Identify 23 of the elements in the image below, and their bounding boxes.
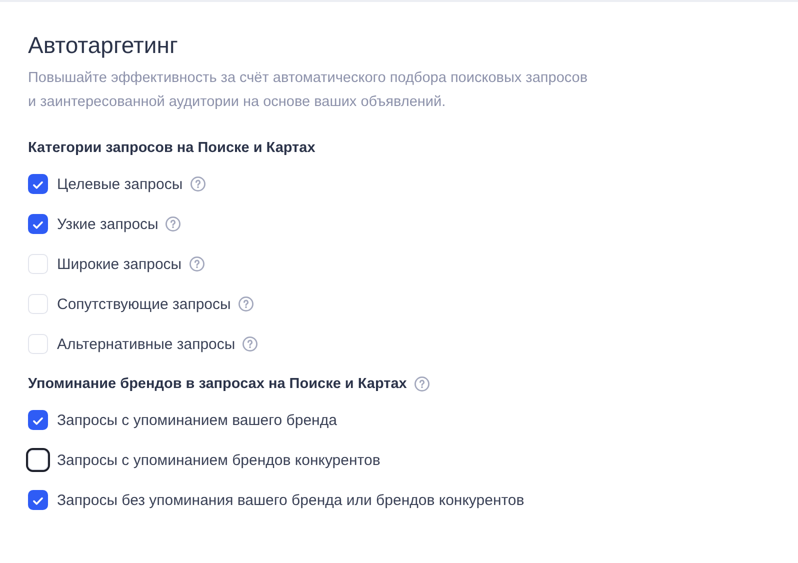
checkbox-label: Запросы без упоминания вашего бренда или брендов конкурентов <box>57 492 524 508</box>
description-text: и заинтересованной аудитории на основе ваших объявлений. <box>28 93 447 112</box>
checkbox-label: Широкие запросы <box>57 256 182 272</box>
checkbox-label: Целевые запросы <box>57 176 183 192</box>
help-icon[interactable] <box>165 216 182 232</box>
description-text: Повышайте эффективность за счёт автоматического подбора поисковых запросов <box>28 69 589 88</box>
group-heading: Упоминание брендов в запросах на Поиске и Картах <box>28 376 407 392</box>
checkbox-label: Сопутствующие запросы <box>57 296 231 312</box>
checkbox[interactable] <box>28 214 48 234</box>
checkbox[interactable] <box>28 490 48 510</box>
checkbox[interactable] <box>28 174 48 194</box>
help-icon[interactable] <box>188 256 205 272</box>
checkbox-label: Альтернативные запросы <box>57 336 236 352</box>
section-title: Автотаргетинг <box>28 31 179 60</box>
checkbox[interactable] <box>28 410 48 430</box>
checkbox-label: Запросы с упоминанием брендов конкурентов <box>57 452 380 468</box>
help-icon[interactable] <box>242 336 258 352</box>
help-icon[interactable] <box>238 296 254 312</box>
checkbox-label: Узкие запросы <box>57 216 158 232</box>
checkbox-label: Запросы с упоминанием вашего бренда <box>57 412 337 428</box>
help-icon[interactable] <box>414 376 430 392</box>
help-icon[interactable] <box>190 176 206 192</box>
group-heading: Категории запросов на Поиске и Картах <box>28 140 316 156</box>
